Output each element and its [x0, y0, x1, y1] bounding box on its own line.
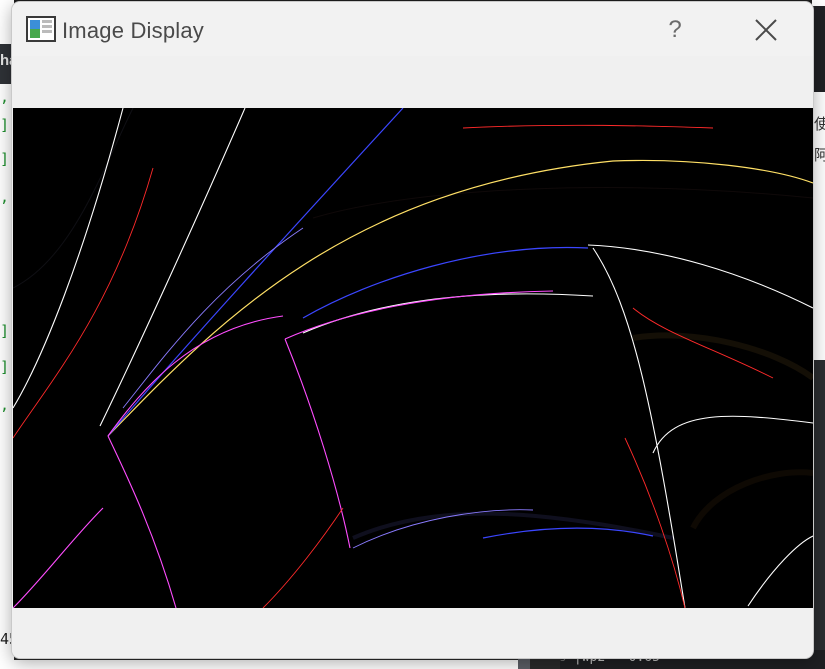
dialog-toolbar-area: [12, 56, 813, 108]
close-icon: [755, 19, 777, 41]
background-right-editor: [812, 360, 825, 669]
help-button[interactable]: ?: [649, 8, 701, 52]
dialog-status-area: [12, 608, 813, 658]
window-title: Image Display: [62, 18, 204, 43]
background-right-toolbar: [812, 6, 825, 92]
edge-detection-image: [13, 108, 813, 608]
background-cjk-char: 阿: [814, 146, 825, 164]
image-display-window: Image Display ?: [12, 2, 813, 658]
image-display-canvas[interactable]: [13, 108, 813, 608]
title-bar[interactable]: Image Display ?: [12, 2, 813, 56]
image-display-app-icon: [26, 16, 56, 42]
close-button[interactable]: [742, 8, 790, 52]
background-bottom-strip: [0, 660, 520, 669]
background-scroll-thumb: [518, 657, 530, 669]
background-cjk-char: 使: [814, 115, 825, 133]
